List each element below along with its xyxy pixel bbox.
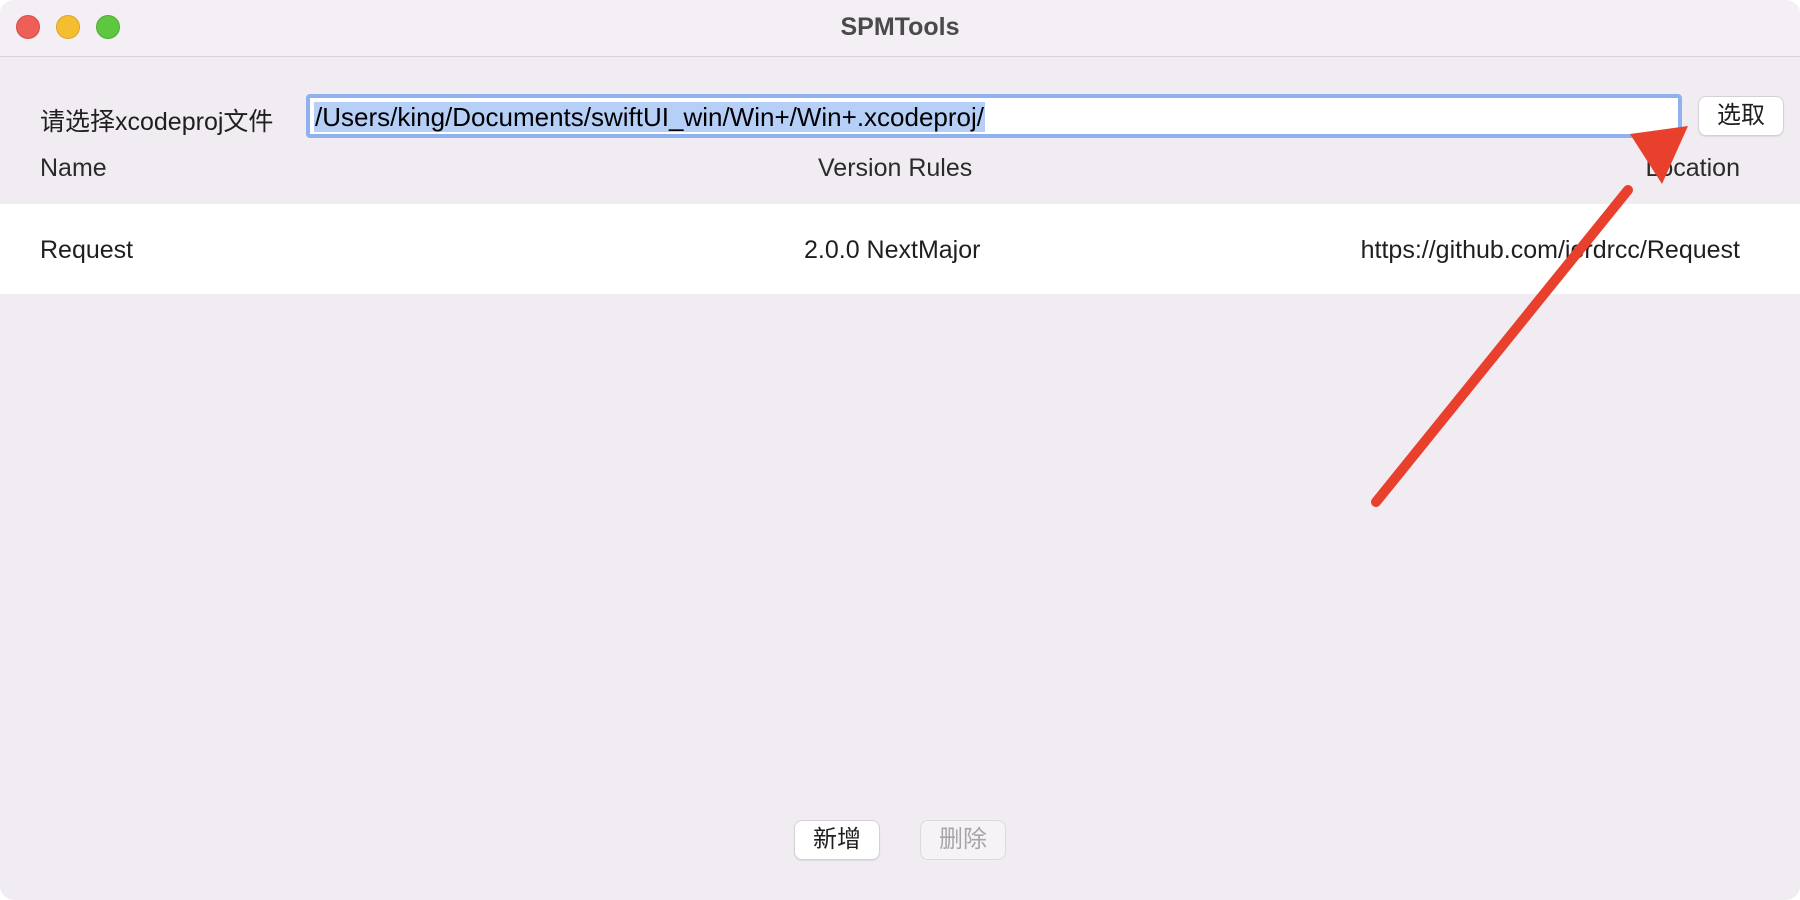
- window-title: SPMTools: [840, 13, 960, 41]
- table-row[interactable]: Request 2.0.0 NextMajor https://github.c…: [0, 204, 1800, 294]
- path-input[interactable]: /Users/king/Documents/swiftUI_win/Win+/W…: [306, 94, 1682, 138]
- delete-button[interactable]: 删除: [920, 820, 1006, 860]
- row-name-cell: Request: [40, 236, 134, 264]
- column-header-version-rules[interactable]: Version Rules: [818, 154, 972, 183]
- column-header-name[interactable]: Name: [40, 154, 107, 183]
- add-button[interactable]: 新增: [794, 820, 880, 860]
- row-version-cell: 2.0.0 NextMajor: [804, 236, 981, 264]
- choose-button[interactable]: 选取: [1698, 96, 1784, 136]
- title-bar: SPMTools: [0, 0, 1800, 57]
- row-location-cell: https://github.com/jordrcc/Request: [1360, 236, 1740, 264]
- path-label: 请选择xcodeproj文件: [40, 108, 274, 136]
- column-header-location[interactable]: Location: [1645, 154, 1740, 183]
- path-input-value: /Users/king/Documents/swiftUI_win/Win+/W…: [314, 102, 986, 132]
- app-window: SPMTools 请选择xcodeproj文件 /Users/king/Docu…: [0, 0, 1800, 900]
